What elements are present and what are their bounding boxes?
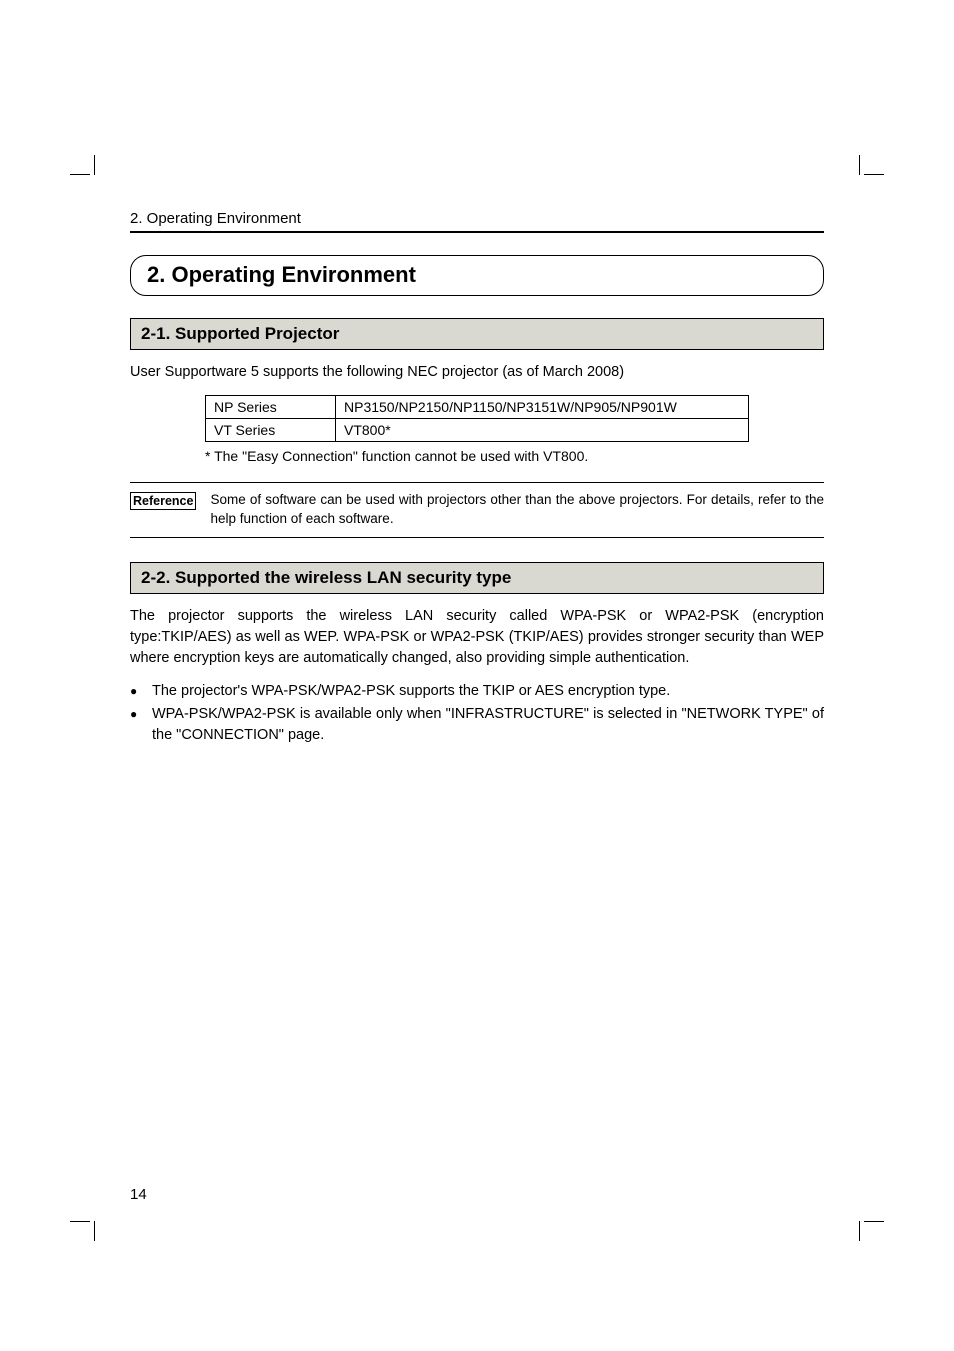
section-heading-2-2: 2-2. Supported the wireless LAN security… [130,562,824,594]
running-head: 2. Operating Environment [130,210,824,227]
page-number: 14 [130,1186,147,1203]
table-cell-series: VT Series [206,419,336,442]
projector-table: NP Series NP3150/NP2150/NP1150/NP3151W/N… [205,395,749,442]
crop-mark-bottom-right [844,1201,884,1241]
bullet-text: The projector's WPA-PSK/WPA2-PSK support… [152,683,670,699]
section-2-2: 2-2. Supported the wireless LAN security… [130,562,824,746]
bullet-text: WPA-PSK/WPA2-PSK is available only when … [152,706,824,743]
chapter-title-box: 2. Operating Environment [130,255,824,296]
list-item: The projector's WPA-PSK/WPA2-PSK support… [130,681,824,702]
crop-mark-top-left [70,155,110,195]
table-cell-series: NP Series [206,396,336,419]
bullet-list: The projector's WPA-PSK/WPA2-PSK support… [130,681,824,746]
section-heading-2-1: 2-1. Supported Projector [130,318,824,350]
projector-table-wrap: NP Series NP3150/NP2150/NP1150/NP3151W/N… [205,395,749,442]
chapter-title: 2. Operating Environment [147,262,807,288]
section-2-2-para: The projector supports the wireless LAN … [130,606,824,669]
list-item: WPA-PSK/WPA2-PSK is available only when … [130,704,824,746]
table-row: VT Series VT800* [206,419,749,442]
table-footnote: * The "Easy Connection" function cannot … [205,448,749,464]
table-cell-models: NP3150/NP2150/NP1150/NP3151W/NP905/NP901… [336,396,749,419]
crop-mark-bottom-left [70,1201,110,1241]
table-row: NP Series NP3150/NP2150/NP1150/NP3151W/N… [206,396,749,419]
document-page: 2. Operating Environment 2. Operating En… [0,0,954,1351]
header-divider [130,231,824,233]
reference-text: Some of software can be used with projec… [210,491,824,529]
section-2-1-intro: User Supportware 5 supports the followin… [130,362,824,383]
table-cell-models: VT800* [336,419,749,442]
reference-badge: Reference [130,492,196,510]
crop-mark-top-right [844,155,884,195]
reference-block: Reference Some of software can be used w… [130,482,824,538]
section-2-1: 2-1. Supported Projector User Supportwar… [130,318,824,538]
